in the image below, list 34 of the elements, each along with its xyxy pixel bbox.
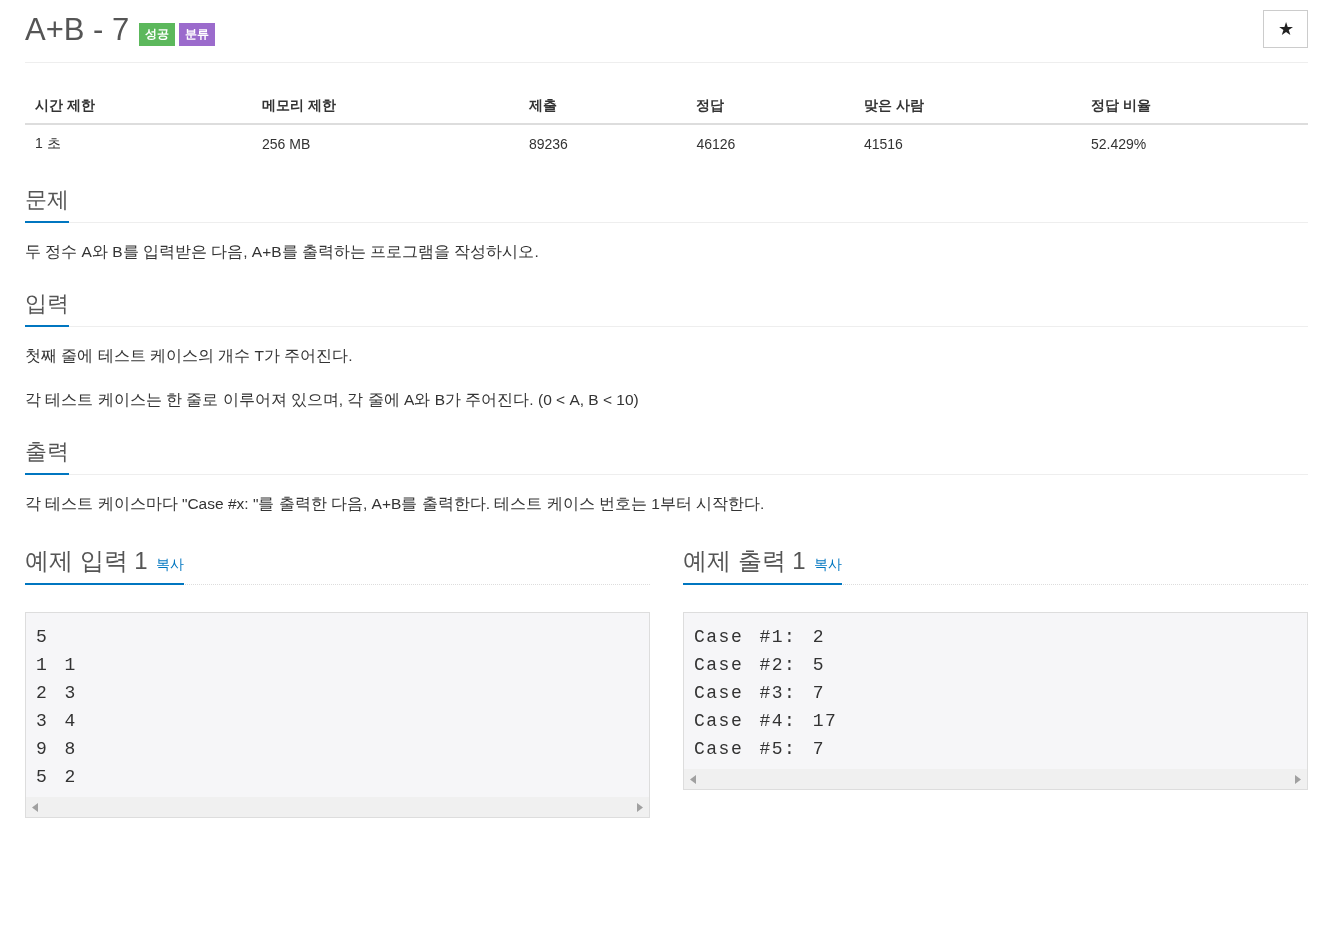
section-text: 각 테스트 케이스마다 "Case #x: "를 출력한 다음, A+B를 출력한다. 테스트 케이스 번호는 1부터 시작한다. [25, 494, 766, 514]
table-cell: 46126 [686, 124, 854, 163]
column-header: 제출 [518, 89, 687, 124]
tag-label[interactable]: 분류 [179, 22, 216, 46]
scroll-left-icon[interactable] [690, 774, 696, 784]
copy-link[interactable]: 복사 [155, 556, 184, 574]
star-button[interactable]: ★ [1263, 10, 1308, 48]
section-text: 첫째 줄에 테스트 케이스의 개수 T가 주어진다. [25, 346, 354, 366]
copy-link[interactable]: 복사 [813, 556, 842, 574]
table-cell: 41516 [853, 124, 1081, 163]
column-header: 정답 비율 [1080, 89, 1308, 124]
column-header: 시간 제한 [25, 89, 253, 124]
table-cell: 256 MB [252, 124, 519, 163]
scroll-right-icon[interactable] [1295, 774, 1301, 784]
column-header: 맞은 사람 [853, 89, 1081, 124]
sample-heading: 예제 출력 1 [683, 546, 806, 576]
scrollbar[interactable] [684, 769, 1307, 789]
section-heading: 입력 [25, 289, 69, 327]
scroll-left-icon[interactable] [32, 802, 38, 812]
section-heading: 출력 [25, 437, 69, 475]
section-heading: 문제 [25, 185, 69, 223]
problem-title: A+B - 7 [25, 11, 130, 49]
scrollbar[interactable] [26, 797, 649, 817]
section-text: 두 정수 A와 B를 입력받은 다음, A+B를 출력하는 프로그램을 작성하시오. [25, 242, 540, 262]
sample-heading: 예제 입력 1 [25, 546, 148, 576]
table-cell: 89236 [518, 124, 687, 163]
section-text: 각 테스트 케이스는 한 줄로 이루어져 있으며, 각 줄에 A와 B가 주어진다. (0 < A, B < 10) [25, 390, 640, 410]
column-header: 정답 [686, 89, 854, 124]
table-cell: 52.429% [1080, 124, 1308, 163]
sample-text: Case #1: 2 Case #2: 5 Case #3: 7 Case #4: 17 Case #5: 7 [693, 626, 839, 761]
table-cell: 1 초 [25, 124, 253, 163]
scroll-right-icon[interactable] [637, 802, 643, 812]
column-header: 메모리 제한 [252, 89, 519, 124]
sample-text: 5 1 1 2 3 3 4 9 8 5 2 [35, 626, 78, 789]
